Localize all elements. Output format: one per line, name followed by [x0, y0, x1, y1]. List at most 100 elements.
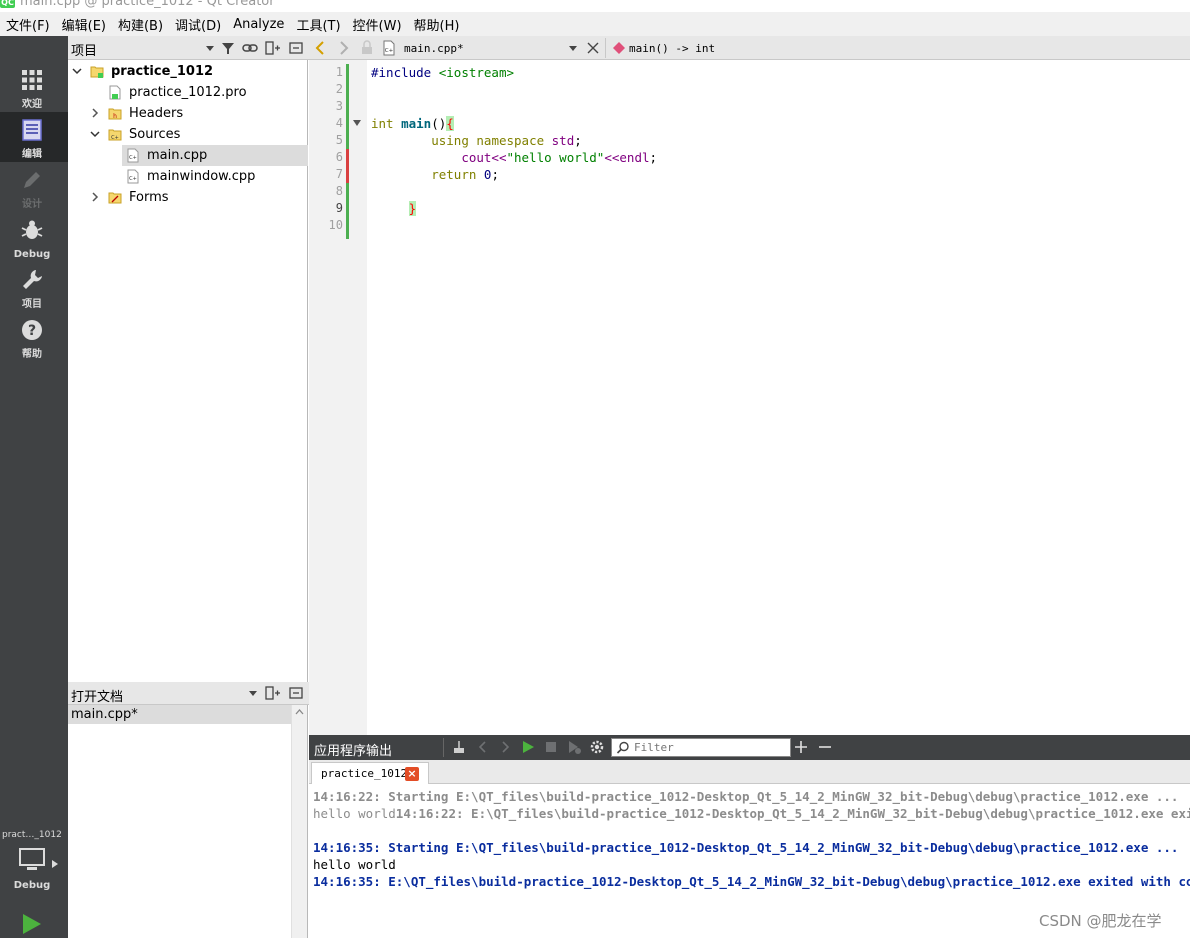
- triangle-right-icon: [52, 860, 58, 868]
- output-filter-box[interactable]: [611, 738, 791, 757]
- menu-analyze[interactable]: Analyze: [229, 17, 292, 32]
- project-tree: practice_1012 practice_1012.pro h Header…: [68, 60, 308, 682]
- editor-file-tab[interactable]: main.cpp*: [404, 42, 464, 55]
- filter-icon[interactable]: [220, 40, 236, 56]
- dropdown-arrow-icon[interactable]: [245, 685, 261, 701]
- output-tabs: practice_1012 ×: [309, 760, 1190, 784]
- output-tab[interactable]: practice_1012 ×: [311, 762, 429, 784]
- window-title: main.cpp @ practice_1012 - Qt Creator: [20, 0, 275, 9]
- tree-item-main-cpp[interactable]: C+ main.cpp: [122, 145, 308, 166]
- split-icon[interactable]: [265, 40, 281, 56]
- gear-icon[interactable]: [589, 739, 605, 755]
- open-document-item[interactable]: main.cpp*: [68, 705, 292, 724]
- mode-sidebar: 欢迎 编辑 设计 Debug 项目 ? 帮助 pract…_1012 Debug: [0, 36, 68, 938]
- tree-item-pro-file[interactable]: practice_1012.pro: [68, 82, 308, 103]
- change-marker: [346, 183, 349, 239]
- search-icon: [616, 741, 629, 754]
- code-line: return 0;: [431, 167, 499, 182]
- menu-tools[interactable]: 工具(T): [292, 15, 348, 34]
- svg-text:C+: C+: [385, 48, 394, 54]
- tree-item-label: Sources: [129, 127, 181, 142]
- symbol-selector[interactable]: main() -> int: [629, 42, 715, 55]
- menu-build[interactable]: 构建(B): [114, 15, 171, 34]
- plus-icon[interactable]: [793, 739, 809, 755]
- toolbar-divider: [443, 738, 444, 757]
- dropdown-arrow-icon[interactable]: [202, 40, 218, 56]
- code-editor[interactable]: #include <iostream> int main(){ using na…: [367, 60, 1190, 735]
- mode-help[interactable]: ? 帮助: [0, 312, 68, 362]
- cpp-file-icon: C+: [127, 169, 139, 184]
- link-icon[interactable]: [242, 40, 258, 56]
- tree-item-headers[interactable]: h Headers: [68, 103, 308, 124]
- mode-debug[interactable]: Debug: [0, 212, 68, 262]
- chevron-right-icon[interactable]: [90, 108, 100, 118]
- code-line: #include <iostream>: [371, 65, 515, 80]
- run-button[interactable]: [20, 912, 44, 936]
- menu-edit[interactable]: 编辑(E): [58, 15, 114, 34]
- chevron-right-icon[interactable]: [497, 739, 513, 755]
- clean-icon[interactable]: [451, 739, 467, 755]
- mode-edit[interactable]: 编辑: [0, 112, 68, 162]
- tree-item-sources[interactable]: C+ Sources: [68, 124, 308, 145]
- line-number: 4: [335, 116, 343, 130]
- close-icon[interactable]: ×: [405, 767, 419, 781]
- svg-text:h: h: [113, 113, 117, 120]
- project-panel-title: 项目: [71, 44, 98, 59]
- minus-icon[interactable]: [817, 739, 833, 755]
- split-icon[interactable]: [265, 685, 281, 701]
- chevron-up-icon[interactable]: [295, 709, 304, 715]
- qt-creator-window: QC main.cpp @ practice_1012 - Qt Creator…: [0, 0, 1190, 938]
- forward-arrow-icon[interactable]: [335, 40, 351, 56]
- open-documents-toolbar: 打开文档: [68, 682, 309, 705]
- menu-help[interactable]: 帮助(H): [410, 15, 468, 34]
- attach-debugger-icon[interactable]: [566, 739, 582, 755]
- mode-label: 欢迎: [22, 99, 42, 110]
- close-icon[interactable]: [585, 40, 601, 56]
- filter-input[interactable]: [634, 740, 784, 755]
- tree-item-project[interactable]: practice_1012: [68, 61, 308, 82]
- close-pane-icon[interactable]: [288, 685, 304, 701]
- mode-projects[interactable]: 项目: [0, 262, 68, 312]
- mode-design[interactable]: 设计: [0, 162, 68, 212]
- cpp-file-icon: C+: [127, 148, 139, 163]
- tree-item-forms[interactable]: Forms: [68, 187, 308, 208]
- kit-project-name: pract…_1012: [2, 830, 62, 840]
- open-documents-title: 打开文档: [71, 690, 124, 705]
- svg-text:C+: C+: [111, 135, 119, 141]
- rerun-icon[interactable]: [520, 739, 536, 755]
- open-documents-scrollbar[interactable]: [291, 705, 307, 938]
- line-number: 10: [328, 218, 343, 232]
- chevron-left-icon[interactable]: [475, 739, 491, 755]
- mode-label: 项目: [22, 299, 42, 310]
- menu-widgets[interactable]: 控件(W): [349, 15, 410, 34]
- code-line: int main(){: [371, 116, 454, 131]
- tree-item-mainwindow-cpp[interactable]: C+ mainwindow.cpp: [68, 166, 308, 187]
- function-symbol-icon: [613, 42, 625, 54]
- menu-file[interactable]: 文件(F): [2, 15, 58, 34]
- line-number: 6: [335, 150, 343, 164]
- output-line: 14:16:22: Starting E:\QT_files\build-pra…: [313, 789, 1179, 804]
- mode-label: 帮助: [22, 349, 42, 360]
- fold-arrow-icon[interactable]: [353, 120, 361, 126]
- dropdown-arrow-icon[interactable]: [565, 40, 581, 56]
- line-number: 9: [335, 201, 343, 215]
- menu-debug[interactable]: 调试(D): [171, 15, 229, 34]
- code-line: }: [408, 201, 417, 216]
- tree-item-label: Headers: [129, 106, 184, 121]
- headers-folder-icon: h: [108, 108, 122, 120]
- kit-build-config: Debug: [13, 880, 51, 891]
- chevron-right-icon[interactable]: [90, 192, 100, 202]
- line-number: 7: [335, 167, 343, 181]
- mode-welcome[interactable]: 欢迎: [0, 62, 68, 112]
- chevron-down-icon[interactable]: [72, 66, 82, 76]
- svg-text:?: ?: [28, 323, 36, 339]
- stop-icon[interactable]: [543, 739, 559, 755]
- chevron-down-icon[interactable]: [90, 129, 100, 139]
- close-pane-icon[interactable]: [288, 40, 304, 56]
- kit-selector[interactable]: pract…_1012 Debug: [0, 824, 68, 894]
- back-arrow-icon[interactable]: [313, 40, 329, 56]
- tree-item-label: main.cpp: [147, 148, 208, 163]
- output-line: hello world: [313, 857, 396, 872]
- edit-icon: [22, 119, 42, 141]
- qt-creator-logo-icon: QC: [0, 0, 15, 8]
